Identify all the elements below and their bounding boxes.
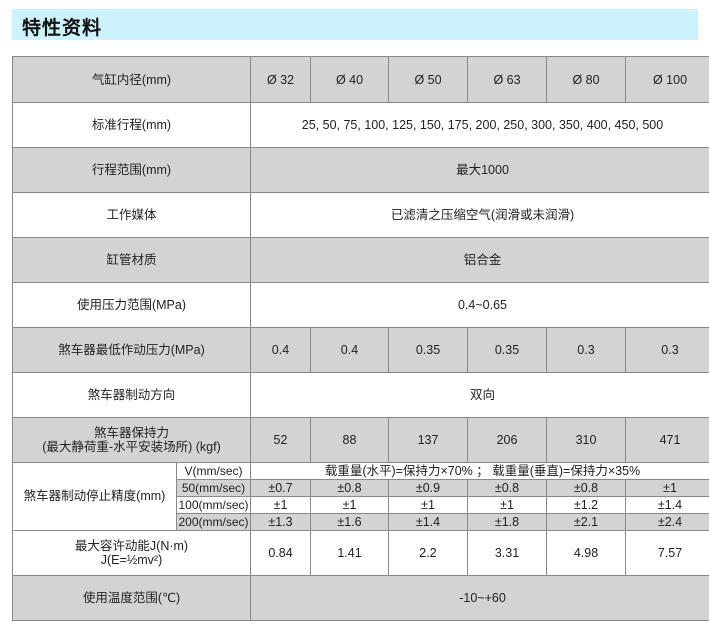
row-tube-material: 缸管材质 铝合金 (12, 237, 709, 283)
velocity-label: V(mm/sec) (176, 462, 251, 480)
bore-32: Ø 32 (250, 56, 311, 103)
cell-value: ±1 (467, 496, 547, 514)
row-stroke-range: 行程范围(mm) 最大1000 (12, 147, 709, 193)
row-pressure-range: 使用压力范围(MPa) 0.4~0.65 (12, 282, 709, 328)
cell-value: ±1.4 (388, 513, 468, 531)
row-label: 行程范围(mm) (12, 147, 251, 193)
cell-value: 0.4 (310, 327, 389, 373)
cell-value: 0.35 (388, 327, 468, 373)
row-value: 铝合金 (250, 237, 709, 283)
cell-value: ±1 (625, 479, 709, 497)
row-medium: 工作媒体 已滤清之压缩空气(润滑或未润滑) (12, 192, 709, 238)
row-holding-force: 煞车器保持力 (最大静荷重-水平安装场所) (kgf) 52 88 137 20… (12, 417, 709, 463)
cell-value: ±1.6 (310, 513, 389, 531)
cell-value: ±1.3 (250, 513, 311, 531)
row-value: 最大1000 (250, 147, 709, 193)
velocity-note: 载重量(水平)=保持力×70% ； 载重量(垂直)=保持力×35% (250, 462, 709, 480)
row-value: 25, 50, 75, 100, 125, 150, 175, 200, 250… (250, 102, 709, 148)
row-stroke: 标准行程(mm) 25, 50, 75, 100, 125, 150, 175,… (12, 102, 709, 148)
cell-value: ±1.2 (546, 496, 626, 514)
speed-label: 100(mm/sec) (176, 496, 251, 514)
cell-value: 310 (546, 417, 626, 463)
cell-value: ±0.7 (250, 479, 311, 497)
cell-value: 3.31 (467, 530, 547, 576)
bore-63: Ø 63 (467, 56, 547, 103)
cell-value: 88 (310, 417, 389, 463)
row-label: 煞车器最低作动压力(MPa) (12, 327, 251, 373)
bore-100: Ø 100 (625, 56, 709, 103)
label-line: J(E=½mv²) (100, 553, 163, 567)
cell-value: 0.35 (467, 327, 547, 373)
cell-value: ±0.8 (467, 479, 547, 497)
cell-value: 137 (388, 417, 468, 463)
cell-value: ±1.4 (625, 496, 709, 514)
row-value: 已滤清之压缩空气(润滑或未润滑) (250, 192, 709, 238)
cell-value: ±1 (310, 496, 389, 514)
row-brake-min-pressure: 煞车器最低作动压力(MPa) 0.4 0.4 0.35 0.35 0.3 0.3 (12, 327, 709, 373)
row-stop-accuracy-velocity: 煞车器制动停止精度(mm) V(mm/sec) 载重量(水平)=保持力×70% … (12, 462, 709, 531)
row-label: 使用压力范围(MPa) (12, 282, 251, 328)
cell-value: 0.3 (546, 327, 626, 373)
cell-value: 4.98 (546, 530, 626, 576)
section-header: 特性资料 (12, 9, 698, 40)
cell-value: ±1 (388, 496, 468, 514)
row-label: 煞车器制动停止精度(mm) (12, 462, 177, 531)
bore-50: Ø 50 (388, 56, 468, 103)
cell-value: ±0.8 (310, 479, 389, 497)
cell-value: 0.84 (250, 530, 311, 576)
cell-value: ±1.8 (467, 513, 547, 531)
cell-value: 0.4 (250, 327, 311, 373)
row-value: -10~+60 (250, 575, 709, 621)
cell-value: 1.41 (310, 530, 389, 576)
cell-value: 52 (250, 417, 311, 463)
section-title: 特性资料 (22, 17, 103, 39)
row-value: 0.4~0.65 (250, 282, 709, 328)
row-label: 使用温度范围(℃) (12, 575, 251, 621)
row-kinetic-energy: 最大容许动能J(N·m) J(E=½mv²) 0.84 1.41 2.2 3.3… (12, 530, 709, 576)
cell-value: 471 (625, 417, 709, 463)
bore-80: Ø 80 (546, 56, 626, 103)
row-label: 工作媒体 (12, 192, 251, 238)
spec-table: 气缸内径(mm) Ø 32 Ø 40 Ø 50 Ø 63 Ø 80 Ø 100 … (12, 56, 709, 621)
row-label: 缸管材质 (12, 237, 251, 283)
cell-value: 2.2 (388, 530, 468, 576)
cell-value: 7.57 (625, 530, 709, 576)
row-label: 气缸内径(mm) (12, 56, 251, 103)
row-label: 最大容许动能J(N·m) J(E=½mv²) (12, 530, 251, 576)
cell-value: ±2.1 (546, 513, 626, 531)
row-bore: 气缸内径(mm) Ø 32 Ø 40 Ø 50 Ø 63 Ø 80 Ø 100 (12, 56, 709, 103)
row-brake-direction: 煞车器制动方向 双向 (12, 372, 709, 418)
cell-value: ±2.4 (625, 513, 709, 531)
row-label: 煞车器保持力 (最大静荷重-水平安装场所) (kgf) (12, 417, 251, 463)
speed-label: 50(mm/sec) (176, 479, 251, 497)
cell-value: 0.3 (625, 327, 709, 373)
cell-value: 206 (467, 417, 547, 463)
bore-40: Ø 40 (310, 56, 389, 103)
label-line: 煞车器保持力 (93, 426, 169, 440)
speed-label: 200(mm/sec) (176, 513, 251, 531)
row-temperature: 使用温度范围(℃) -10~+60 (12, 575, 709, 621)
cell-value: ±0.9 (388, 479, 468, 497)
row-value: 双向 (250, 372, 709, 418)
label-line: (最大静荷重-水平安装场所) (kgf) (42, 440, 221, 454)
label-line: 最大容许动能J(N·m) (74, 539, 189, 553)
cell-value: ±1 (250, 496, 311, 514)
row-label: 煞车器制动方向 (12, 372, 251, 418)
cell-value: ±0.8 (546, 479, 626, 497)
row-label: 标准行程(mm) (12, 102, 251, 148)
